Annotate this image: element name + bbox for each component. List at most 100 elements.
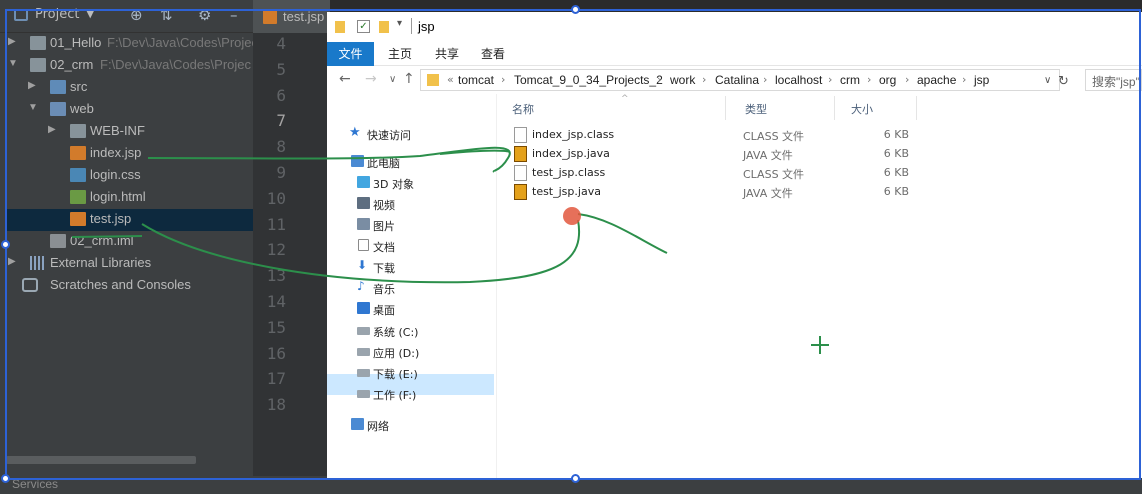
refresh-icon[interactable]: ↻: [1058, 74, 1069, 89]
line-number: 6: [276, 85, 286, 105]
line-number: 7: [276, 111, 286, 131]
tab-home[interactable]: 主页: [388, 45, 412, 62]
minimize-icon[interactable]: –: [230, 6, 238, 24]
target-icon[interactable]: ⊕: [130, 6, 143, 24]
file-row[interactable]: index_jsp.java JAVA 文件 6 KB: [512, 145, 932, 164]
recent-dropdown-icon[interactable]: ∨: [389, 74, 396, 85]
chevron-right-icon[interactable]: ›: [828, 73, 832, 86]
html-file-icon: [70, 190, 86, 204]
breadcrumb-org[interactable]: org: [879, 73, 896, 87]
line-number: 15: [266, 317, 286, 337]
tree-item-label: 02_crm: [50, 57, 94, 72]
collapse-icon[interactable]: ⇅: [160, 6, 173, 24]
java-file-icon: [514, 146, 527, 162]
line-number: 17: [266, 369, 286, 389]
computer-icon: [351, 155, 364, 167]
titlebar-divider: [411, 18, 412, 34]
search-input[interactable]: 搜索"jsp": [1085, 69, 1142, 91]
file-explorer-window: ✓ ▾ jsp 文件 主页 共享 查看 ← → ∨ ↑ « tomcat › T…: [327, 12, 1142, 478]
chevron-right-icon[interactable]: ›: [657, 73, 661, 86]
bottom-toolbar: [0, 476, 1142, 494]
jsp-file-icon: [263, 10, 277, 24]
download-icon: ⬇: [357, 258, 368, 272]
tree-item-label: login.css: [90, 167, 141, 182]
properties-icon[interactable]: ✓: [357, 20, 370, 33]
folder-icon: [427, 74, 439, 86]
file-row[interactable]: test_jsp.java JAVA 文件 6 KB: [512, 183, 932, 202]
column-header-size[interactable]: 大小: [837, 96, 917, 120]
overflow-crumb[interactable]: «: [447, 73, 454, 86]
column-header-name[interactable]: ^ 名称: [498, 94, 726, 120]
chevron-right-icon[interactable]: ›: [702, 73, 706, 86]
chevron-down-icon[interactable]: ▼: [28, 102, 38, 113]
chevron-right-icon[interactable]: ›: [501, 73, 505, 86]
file-type: CLASS 文件: [743, 168, 805, 181]
chevron-right-icon[interactable]: ›: [962, 73, 966, 86]
file-list: ^ 名称 类型 大小 index_jsp.class CLASS 文件 6 KB…: [498, 94, 1142, 478]
chevron-down-icon[interactable]: ▼: [86, 7, 94, 20]
file-name: test_jsp.class: [532, 166, 606, 179]
tree-item-label: External Libraries: [50, 255, 152, 270]
breadcrumb-crm[interactable]: crm: [840, 73, 860, 87]
chevron-right-icon[interactable]: ▶: [8, 36, 16, 47]
library-icon: [30, 256, 46, 270]
breadcrumb-catalina[interactable]: Catalina: [715, 73, 759, 87]
line-number: 9: [276, 163, 286, 182]
java-file-icon: [514, 184, 527, 200]
chevron-down-icon[interactable]: ▼: [8, 58, 18, 69]
tree-item-label: src: [70, 79, 88, 94]
file-name: index_jsp.java: [532, 147, 610, 160]
forward-arrow-icon[interactable]: →: [365, 71, 377, 87]
chevron-right-icon[interactable]: ›: [763, 73, 767, 86]
column-header-type[interactable]: 类型: [731, 96, 835, 120]
project-panel-title[interactable]: Project: [35, 7, 79, 22]
breadcrumb-jsp[interactable]: jsp: [974, 73, 989, 87]
chevron-right-icon[interactable]: ›: [867, 73, 871, 86]
web-folder-icon: [50, 102, 66, 116]
chevron-right-icon[interactable]: ▶: [8, 256, 16, 267]
tab-view[interactable]: 查看: [481, 45, 505, 62]
explorer-titlebar: ✓ ▾ jsp: [327, 12, 1142, 42]
breadcrumb-apache[interactable]: apache: [917, 73, 956, 87]
folder-icon: [335, 21, 345, 33]
chevron-right-icon[interactable]: ›: [905, 73, 909, 86]
file-size: 6 KB: [883, 147, 909, 160]
file-name: test_jsp.java: [532, 185, 601, 198]
breadcrumb-tomcat-projects[interactable]: Tomcat_9_0_34_Projects_2: [514, 73, 663, 87]
breadcrumb-work[interactable]: work: [670, 73, 695, 87]
music-icon: ♪: [357, 279, 365, 293]
new-folder-icon[interactable]: [379, 21, 389, 33]
breadcrumb-localhost[interactable]: localhost: [775, 73, 822, 87]
gear-icon[interactable]: ⚙: [198, 6, 211, 24]
file-size: 6 KB: [883, 128, 909, 141]
file-row[interactable]: test_jsp.class CLASS 文件 6 KB: [512, 164, 932, 183]
picture-icon: [357, 218, 370, 230]
project-panel-header: Project ▼ ⊕ ⇅ ⚙ –: [0, 0, 253, 33]
file-row[interactable]: index_jsp.class CLASS 文件 6 KB: [512, 126, 932, 145]
tab-test-jsp[interactable]: test.jsp: [253, 0, 330, 33]
chevron-right-icon[interactable]: ▶: [28, 80, 36, 91]
drive-icon: [357, 390, 370, 398]
cube-icon: [357, 176, 370, 188]
address-input[interactable]: « tomcat › Tomcat_9_0_34_Projects_2 › wo…: [420, 69, 1069, 91]
jsp-file-icon: [70, 212, 86, 226]
tab-label: test.jsp: [283, 9, 325, 24]
tab-share[interactable]: 共享: [435, 45, 459, 62]
up-arrow-icon[interactable]: ↑: [403, 71, 415, 87]
css-file-icon: [70, 168, 86, 182]
tab-file[interactable]: 文件: [327, 42, 374, 66]
tree-item-label: test.jsp: [90, 211, 132, 226]
chevron-down-icon[interactable]: ∨: [1044, 75, 1051, 86]
chevron-down-icon[interactable]: ▾: [397, 18, 402, 29]
services-tool-button[interactable]: Services: [12, 477, 58, 491]
file-type: CLASS 文件: [743, 130, 805, 143]
tree-item-label: 01_Hello: [50, 35, 102, 50]
horizontal-scrollbar[interactable]: [6, 456, 196, 464]
line-number: 12: [266, 240, 286, 260]
iml-file-icon: [50, 234, 66, 248]
chevron-right-icon[interactable]: ▶: [48, 124, 56, 135]
back-arrow-icon[interactable]: ←: [339, 71, 351, 87]
line-number: 11: [266, 214, 286, 234]
breadcrumb-tomcat[interactable]: tomcat: [458, 73, 494, 87]
folder-icon: [70, 124, 86, 138]
